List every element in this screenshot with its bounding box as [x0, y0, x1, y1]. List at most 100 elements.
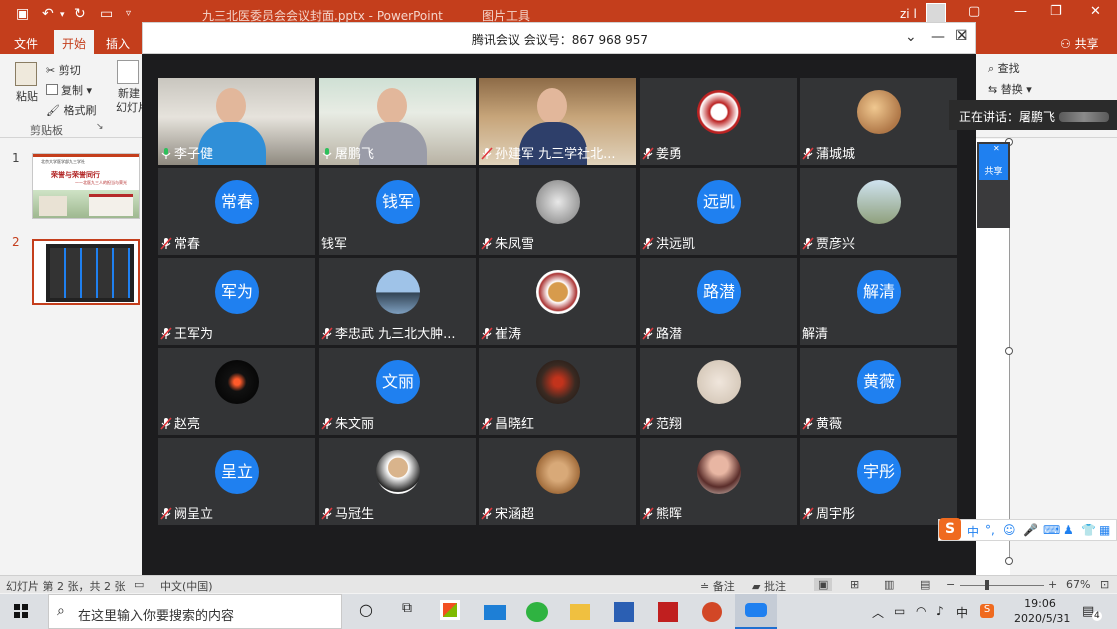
- cut-button[interactable]: ✂ 剪切: [46, 62, 81, 78]
- slideshow-view-icon[interactable]: ▤: [920, 578, 930, 591]
- tab-file[interactable]: 文件: [14, 35, 38, 52]
- reading-view-icon[interactable]: ▥: [884, 578, 894, 591]
- participant-tile[interactable]: 军为 王军为: [158, 258, 315, 345]
- windows-start-icon[interactable]: [14, 604, 28, 618]
- resize-handle-bottom[interactable]: [1005, 557, 1013, 565]
- tab-home[interactable]: 开始: [54, 30, 95, 54]
- copy-button[interactable]: 复制 ▾: [46, 82, 92, 98]
- undo-dropdown-icon[interactable]: ▾: [60, 10, 65, 20]
- tencent-meeting-taskbar-button[interactable]: [735, 594, 777, 629]
- word-icon[interactable]: [614, 602, 634, 622]
- emoji-icon[interactable]: ☺: [1003, 523, 1016, 537]
- participant-tile[interactable]: 朱凤雪: [479, 168, 636, 255]
- participant-tile[interactable]: 钱军 钱军: [319, 168, 476, 255]
- participant-tile[interactable]: 贾彦兴: [800, 168, 957, 255]
- replace-button[interactable]: ⇆ 替换 ▾: [988, 81, 1032, 97]
- participant-tile[interactable]: 赵亮: [158, 348, 315, 435]
- collapse-icon[interactable]: ⌄: [905, 29, 917, 45]
- dialog-launcher-icon[interactable]: ↘: [96, 122, 104, 132]
- find-button[interactable]: ⌕ 查找: [988, 60, 1020, 76]
- format-painter-button[interactable]: 🖌 格式刷: [46, 102, 96, 118]
- cortana-icon[interactable]: ○: [354, 600, 378, 622]
- participant-avatar: [215, 360, 259, 404]
- slide-sorter-icon[interactable]: ⊞: [850, 578, 859, 591]
- participant-tile[interactable]: 马冠生: [319, 438, 476, 525]
- toolbox-icon[interactable]: ▦: [1099, 523, 1110, 537]
- sogou-tray-icon[interactable]: S: [980, 604, 994, 618]
- voice-icon[interactable]: 🎤: [1023, 523, 1038, 537]
- customize-toolbar-icon[interactable]: ▿: [126, 8, 131, 19]
- zoom-out-icon[interactable]: −: [946, 578, 955, 591]
- skin-icon[interactable]: ♟: [1063, 523, 1074, 537]
- notes-button[interactable]: ≐ 备注: [700, 578, 735, 594]
- language-status[interactable]: 中文(中国): [160, 578, 213, 594]
- acrobat-icon[interactable]: [658, 602, 678, 622]
- zoom-slider-thumb[interactable]: [985, 580, 989, 590]
- task-view-icon[interactable]: ⧉: [395, 600, 419, 622]
- accessibility-icon[interactable]: ▭: [134, 578, 144, 591]
- taskbar-clock[interactable]: 19:06 2020/5/31: [1014, 596, 1070, 626]
- participant-tile[interactable]: 远凯 洪远凯: [640, 168, 797, 255]
- wechat-icon[interactable]: [526, 602, 548, 622]
- taskbar-search-box[interactable]: ⌕ 在这里输入你要搜索的内容: [48, 594, 342, 629]
- user-name[interactable]: zi l: [900, 7, 917, 21]
- store-icon[interactable]: [440, 600, 460, 620]
- zoom-in-icon[interactable]: +: [1048, 578, 1057, 591]
- participant-tile[interactable]: 昌晓红: [479, 348, 636, 435]
- ribbon-display-icon[interactable]: ▢: [968, 4, 980, 19]
- participant-tile[interactable]: 李子健: [158, 78, 315, 165]
- participant-tile[interactable]: 解清 解清: [800, 258, 957, 345]
- participant-tile[interactable]: 姜勇: [640, 78, 797, 165]
- close-icon[interactable]: ✕: [993, 144, 1000, 153]
- keyboard-icon[interactable]: ⌨: [1043, 523, 1060, 537]
- participant-tile[interactable]: 李忠武 九三北大肿...: [319, 258, 476, 345]
- new-slide-button[interactable]: 新建 幻灯片: [116, 60, 149, 115]
- tray-expand-icon[interactable]: ︿: [872, 604, 884, 621]
- mail-icon[interactable]: [484, 605, 506, 620]
- redo-icon[interactable]: ↻: [74, 6, 86, 22]
- sogou-logo-icon[interactable]: S: [939, 518, 961, 540]
- participant-tile[interactable]: 蒲城城: [800, 78, 957, 165]
- file-explorer-icon[interactable]: [570, 604, 590, 620]
- zoom-level[interactable]: 67%: [1066, 578, 1090, 591]
- participant-tile[interactable]: 崔涛: [479, 258, 636, 345]
- close-icon[interactable]: ✕: [1090, 4, 1101, 19]
- participant-tile[interactable]: 屠鹏飞: [319, 78, 476, 165]
- user-avatar[interactable]: [926, 3, 946, 23]
- network-icon[interactable]: ◠: [916, 604, 926, 618]
- restore-icon[interactable]: ❐: [1050, 4, 1062, 19]
- slide-thumbnail-1[interactable]: 北京大学医学部九三学社 荣誉与荣誉同行 ——北医九三人的担当与荣光: [32, 153, 140, 219]
- participant-tile[interactable]: 孙建军 九三学社北...: [479, 78, 636, 165]
- participant-tile[interactable]: 宋涵超: [479, 438, 636, 525]
- participant-tile[interactable]: 熊晖: [640, 438, 797, 525]
- undo-icon[interactable]: ↶: [42, 6, 54, 22]
- tab-insert[interactable]: 插入: [106, 35, 130, 52]
- participant-tile[interactable]: 黄薇 黄薇: [800, 348, 957, 435]
- participant-tile[interactable]: 呈立 阙呈立: [158, 438, 315, 525]
- ime-mode[interactable]: 中: [967, 523, 979, 540]
- close-icon[interactable]: ✕: [956, 28, 968, 44]
- battery-icon[interactable]: ▭: [894, 604, 905, 618]
- volume-icon[interactable]: ♪: [936, 604, 944, 618]
- participant-tile[interactable]: 路潜 路潜: [640, 258, 797, 345]
- resize-handle-middle[interactable]: [1005, 347, 1013, 355]
- zoom-slider[interactable]: [960, 585, 1044, 586]
- shirt-icon[interactable]: 👕: [1081, 523, 1096, 537]
- participant-tile[interactable]: 常春 常春: [158, 168, 315, 255]
- fit-slide-icon[interactable]: ⊡: [1100, 578, 1109, 591]
- minimize-icon[interactable]: —: [1014, 4, 1027, 19]
- participant-tile[interactable]: 宇彤 周宇彤: [800, 438, 957, 525]
- normal-view-icon[interactable]: ▣: [814, 578, 833, 591]
- participant-tile[interactable]: 文丽 朱文丽: [319, 348, 476, 435]
- start-slideshow-icon[interactable]: ▭: [100, 6, 113, 22]
- slide-thumbnail-2[interactable]: [32, 239, 140, 305]
- powerpoint-icon[interactable]: [702, 602, 722, 622]
- participant-tile[interactable]: 范翔: [640, 348, 797, 435]
- share-button[interactable]: ⚇ 共享: [1060, 35, 1099, 52]
- ime-indicator[interactable]: 中: [956, 604, 968, 621]
- comments-button[interactable]: ▰ 批注: [752, 578, 786, 594]
- punctuation-icon[interactable]: °,: [985, 523, 995, 537]
- save-icon[interactable]: ▣: [16, 6, 29, 22]
- paste-button[interactable]: 粘贴: [12, 62, 42, 104]
- minimize-icon[interactable]: —: [931, 29, 945, 45]
